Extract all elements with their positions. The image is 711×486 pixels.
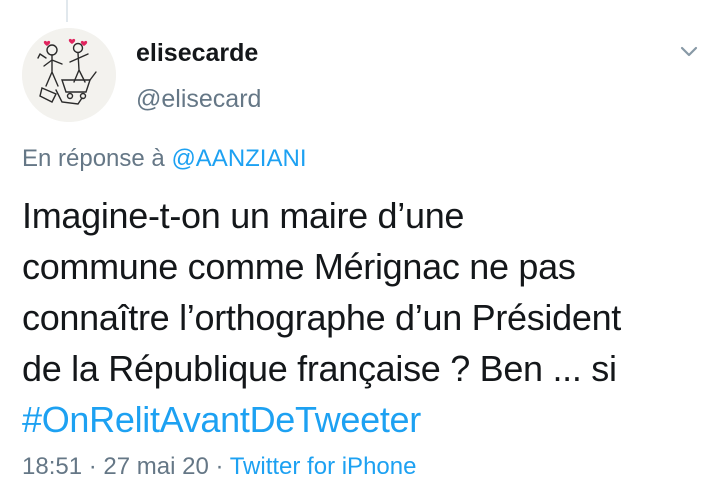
tweet-date: 27 mai 20 xyxy=(103,453,209,480)
tweet-text-line: de la République française ? Ben ... si xyxy=(22,348,617,389)
chevron-down-icon xyxy=(680,46,698,57)
tweet-metadata: 18:51 · 27 mai 20 · Twitter for iPhone xyxy=(22,452,416,482)
hashtag-link[interactable]: #OnRelitAvantDeTweeter xyxy=(22,394,702,445)
tweet-text-line: commune comme Mérignac ne pas xyxy=(22,246,576,287)
thread-connector-line xyxy=(66,0,68,22)
meta-separator: · xyxy=(82,453,104,480)
tweet-source-link[interactable]: Twitter for iPhone xyxy=(230,453,417,480)
avatar-drawing-icon xyxy=(22,28,116,122)
tweet-text: Imagine-t-on un maire d’une commune comm… xyxy=(22,190,702,445)
reply-mention-link[interactable]: @AANZIANI xyxy=(171,145,306,172)
tweet-text-line: connaître l’orthographe d’un Président xyxy=(22,297,622,338)
tweet-menu-button[interactable] xyxy=(676,40,702,62)
tweet-text-line: Imagine-t-on un maire d’une xyxy=(22,195,465,236)
author-handle[interactable]: @elisecard xyxy=(136,84,261,114)
tweet-time: 18:51 xyxy=(22,453,83,480)
reply-prefix: En réponse à xyxy=(22,145,172,172)
author-display-name[interactable]: elisecarde xyxy=(136,38,258,68)
avatar[interactable] xyxy=(22,28,116,122)
reply-context: En réponse à @AANZIANI xyxy=(22,144,306,174)
meta-separator: · xyxy=(208,453,230,480)
